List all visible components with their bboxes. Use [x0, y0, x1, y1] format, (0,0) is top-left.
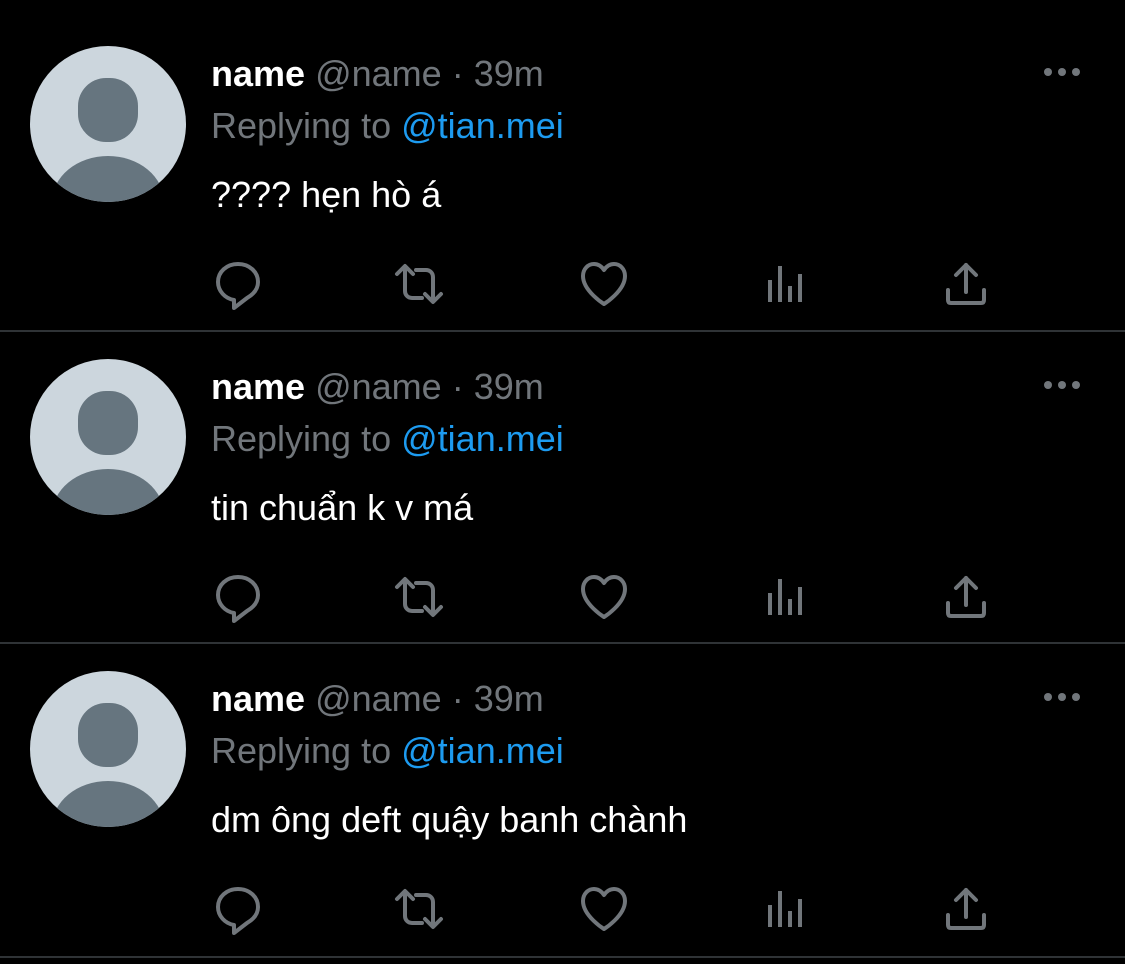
timestamp[interactable]: 39m: [474, 366, 544, 407]
views-icon[interactable]: [760, 883, 812, 935]
replying-to-mention[interactable]: @tian.mei: [401, 418, 564, 459]
replying-to-label: Replying to: [211, 730, 392, 771]
timestamp[interactable]: 39m: [474, 53, 544, 94]
default-avatar-icon[interactable]: [30, 46, 186, 202]
display-name[interactable]: name: [211, 53, 305, 94]
tweet-text: ???? hẹn hò á: [211, 174, 442, 215]
separator-dot: ·: [451, 678, 464, 719]
action-bar: [0, 883, 1125, 939]
share-icon[interactable]: [940, 883, 992, 935]
default-avatar-icon[interactable]: [30, 359, 186, 515]
retweet-icon[interactable]: [393, 883, 445, 935]
more-options-icon[interactable]: [1042, 60, 1082, 84]
separator-dot: ·: [451, 366, 464, 407]
replying-to: Replying to @tian.mei: [211, 104, 564, 148]
default-avatar-icon[interactable]: [30, 671, 186, 827]
tweet[interactable]: name @name · 39m Replying to @tian.mei t…: [0, 313, 1125, 625]
retweet-icon[interactable]: [393, 258, 445, 310]
reply-icon[interactable]: [212, 571, 264, 623]
replying-to-mention[interactable]: @tian.mei: [401, 730, 564, 771]
share-icon[interactable]: [940, 258, 992, 310]
divider: [0, 956, 1125, 958]
replying-to: Replying to @tian.mei: [211, 729, 564, 773]
tweet-header: name @name · 39m: [211, 365, 544, 409]
like-icon[interactable]: [578, 258, 630, 310]
reply-icon[interactable]: [212, 883, 264, 935]
user-handle[interactable]: @name: [315, 366, 442, 407]
more-options-icon[interactable]: [1042, 373, 1082, 397]
retweet-icon[interactable]: [393, 571, 445, 623]
tweet-header: name @name · 39m: [211, 52, 544, 96]
tweet[interactable]: name @name · 39m Replying to @tian.mei ?…: [0, 0, 1125, 312]
share-icon[interactable]: [940, 571, 992, 623]
separator-dot: ·: [451, 53, 464, 94]
reply-icon[interactable]: [212, 258, 264, 310]
tweet-text: dm ông deft quậy banh chành: [211, 799, 688, 840]
views-icon[interactable]: [760, 258, 812, 310]
display-name[interactable]: name: [211, 678, 305, 719]
user-handle[interactable]: @name: [315, 678, 442, 719]
views-icon[interactable]: [760, 571, 812, 623]
user-handle[interactable]: @name: [315, 53, 442, 94]
replying-to-mention[interactable]: @tian.mei: [401, 105, 564, 146]
timestamp[interactable]: 39m: [474, 678, 544, 719]
more-options-icon[interactable]: [1042, 685, 1082, 709]
tweet-text: tin chuẩn k v má: [211, 487, 474, 528]
replying-to-label: Replying to: [211, 418, 392, 459]
replying-to-label: Replying to: [211, 105, 392, 146]
action-bar: [0, 571, 1125, 627]
tweet[interactable]: name @name · 39m Replying to @tian.mei d…: [0, 625, 1125, 937]
action-bar: [0, 258, 1125, 314]
like-icon[interactable]: [578, 571, 630, 623]
replying-to: Replying to @tian.mei: [211, 417, 564, 461]
tweet-header: name @name · 39m: [211, 677, 544, 721]
like-icon[interactable]: [578, 883, 630, 935]
display-name[interactable]: name: [211, 366, 305, 407]
